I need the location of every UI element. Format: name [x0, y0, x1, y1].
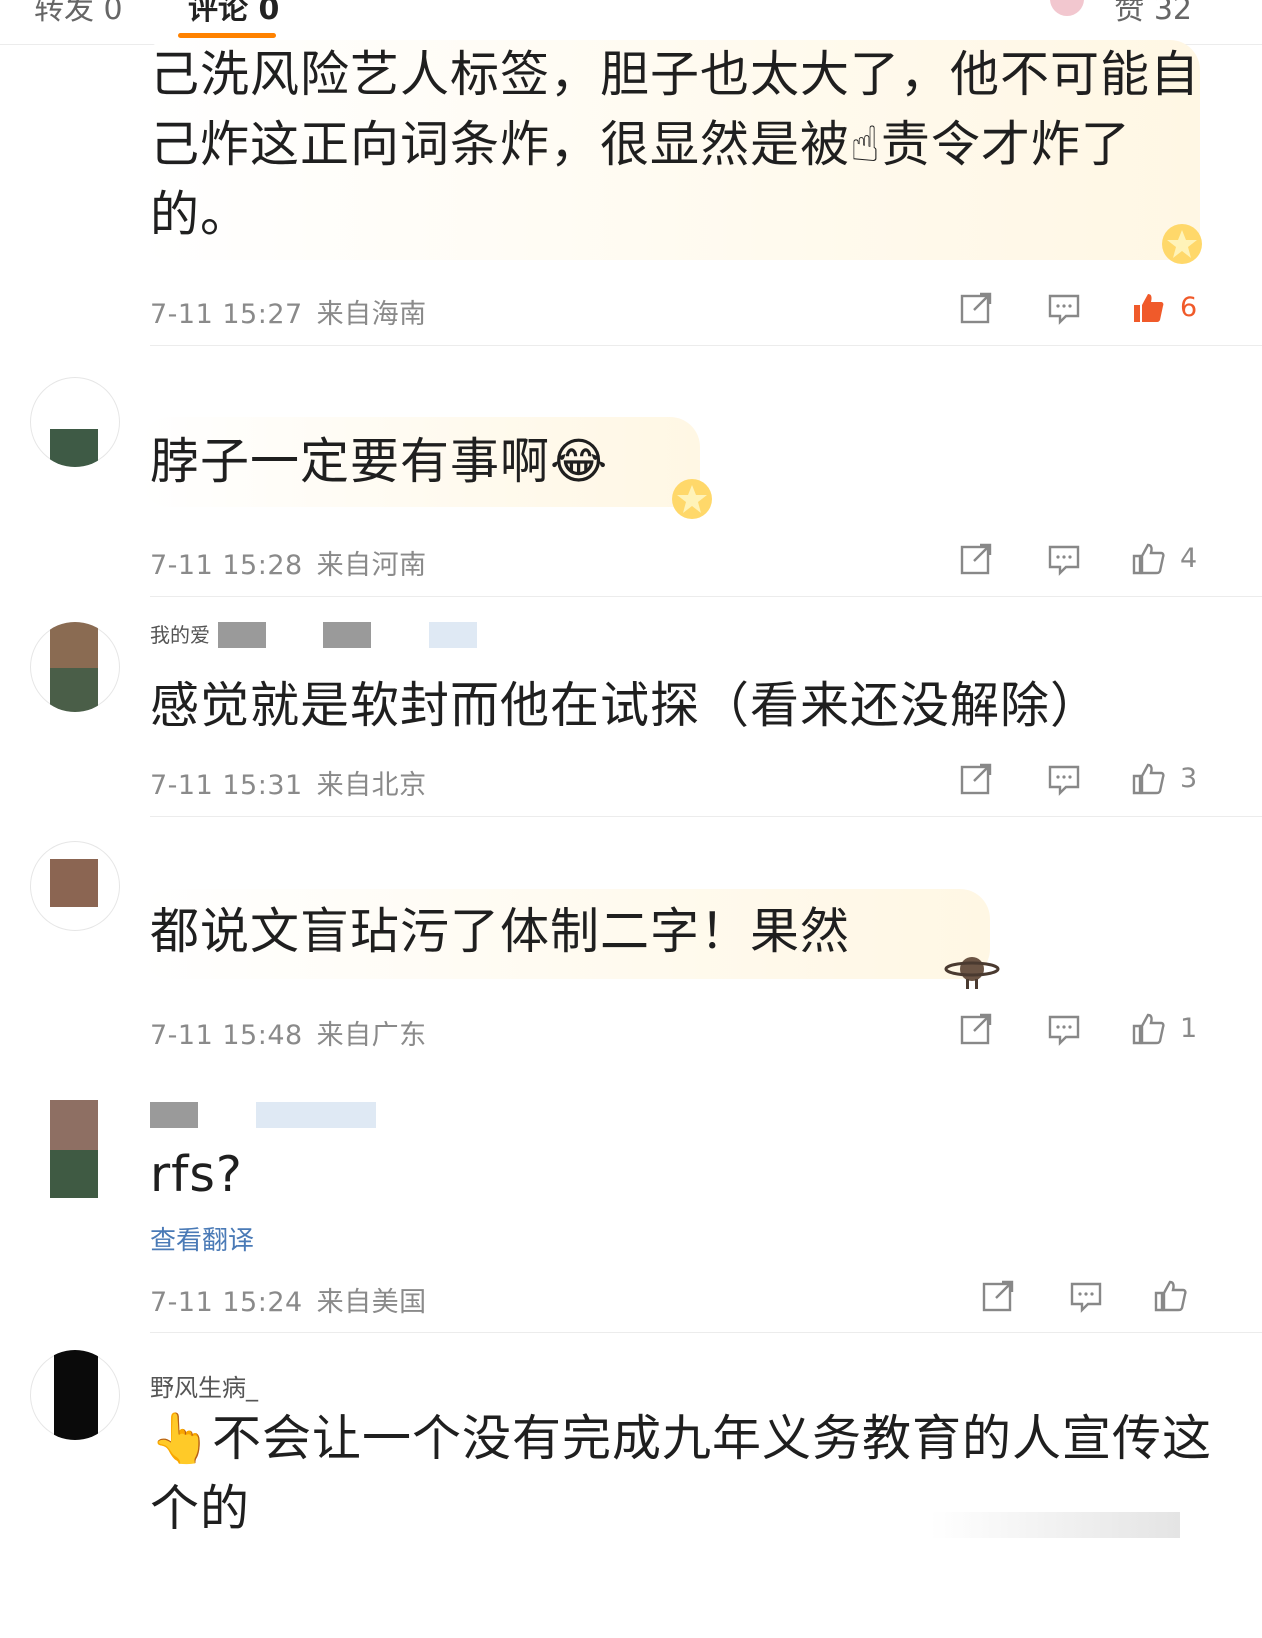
tab-repost[interactable]: 转发 0	[34, 0, 123, 28]
comment-actions: 6	[958, 290, 1238, 330]
comment-icon	[1070, 1282, 1102, 1313]
comment-meta: 7-11 15:31 来自北京	[150, 763, 427, 802]
comment-time: 7-11 15:31	[150, 770, 303, 801]
username-mosaic	[150, 1102, 198, 1128]
like-count: 4	[1180, 543, 1198, 574]
comment-actions: 4	[958, 541, 1238, 581]
view-translation-link[interactable]: 查看翻译	[150, 1220, 254, 1257]
like-icon	[1132, 1013, 1165, 1045]
repost-button[interactable]	[980, 1278, 1016, 1314]
repost-button[interactable]	[958, 1011, 994, 1047]
like-button[interactable]	[1152, 1278, 1188, 1314]
repost-button[interactable]	[958, 541, 994, 577]
divider	[150, 1332, 1262, 1333]
comment-item: 脖子一定要有事啊😂 7-11 15:28 来自河南 4	[0, 347, 1262, 597]
username: 我的爱	[150, 619, 527, 648]
scroll-indicator	[930, 1512, 1180, 1538]
like-button[interactable]	[1130, 541, 1166, 577]
username-mosaic	[323, 622, 372, 648]
repost-icon	[960, 1013, 992, 1045]
username-text: 我的爱	[150, 623, 210, 647]
comment-meta: 7-11 15:48 来自广东	[150, 1013, 427, 1052]
comment-location: 来自北京	[316, 770, 427, 801]
comment-meta: 7-11 15:28 来自河南	[150, 543, 427, 582]
comment-item: 野风生病_ 👆不会让一个没有完成九年义务教育的人宣传这个的	[0, 1340, 1262, 1638]
comment-item: 都说文盲玷污了体制二字！果然 7-11 15:48 来自广东 1	[0, 817, 1262, 1067]
like-count: 1	[1180, 1013, 1198, 1044]
tab-like[interactable]: 赞 32	[1114, 0, 1192, 28]
repost-icon	[982, 1280, 1014, 1312]
comment-actions: 3	[958, 761, 1238, 801]
comment-meta: 7-11 15:27 来自海南	[150, 292, 427, 331]
comment-text: 都说文盲玷污了体制二字！果然	[150, 903, 851, 960]
comment-text: rfs?	[150, 1146, 243, 1203]
tab-bar: 转发 0 评论 0 赞 32	[0, 0, 1262, 45]
username-text: 野风生病_	[150, 1374, 258, 1402]
comment-meta: 7-11 15:24 来自美国	[150, 1280, 427, 1319]
comment-button[interactable]	[1046, 290, 1082, 326]
username	[150, 1100, 426, 1128]
comment-time: 7-11 15:27	[150, 299, 303, 330]
username: 野风生病_	[150, 1368, 258, 1403]
like-icon	[1132, 763, 1165, 795]
comment-icon	[1048, 545, 1080, 576]
comment-actions	[980, 1278, 1240, 1318]
like-button[interactable]	[1130, 1011, 1166, 1047]
like-button[interactable]	[1130, 761, 1166, 797]
comment-time: 7-11 15:24	[150, 1287, 303, 1318]
comment-icon	[1048, 765, 1080, 796]
comment-actions: 1	[958, 1011, 1238, 1051]
username-mosaic	[217, 622, 266, 648]
repost-icon	[960, 543, 992, 575]
comment-button[interactable]	[1046, 761, 1082, 797]
comment-location: 来自广东	[316, 1020, 427, 1051]
comment-time: 7-11 15:28	[150, 550, 303, 581]
repost-icon	[960, 763, 992, 795]
comment-icon	[1048, 1015, 1080, 1046]
divider	[150, 345, 1262, 346]
like-button[interactable]	[1130, 290, 1166, 326]
like-icon	[1132, 543, 1165, 575]
vip-badge	[255, 1102, 376, 1128]
repost-button[interactable]	[958, 290, 994, 326]
comment-text: 感觉就是软封而他在试探（看来还没解除）	[150, 677, 1101, 734]
avatar	[30, 841, 120, 931]
comment-button[interactable]	[1046, 1011, 1082, 1047]
comment-item: 己洗风险艺人标签，胆子也太大了，他不可能自己炸这正向词条炸，很显然是被☝责令才炸…	[0, 40, 1262, 347]
planet-badge-icon	[944, 957, 1000, 989]
comment-location: 来自美国	[316, 1287, 427, 1318]
like-count: 3	[1180, 763, 1198, 794]
active-tab-indicator	[178, 33, 276, 38]
comment-icon	[1048, 294, 1080, 325]
repost-icon	[960, 292, 992, 324]
star-badge-icon	[1162, 224, 1202, 264]
like-icon	[1154, 1280, 1187, 1312]
repost-button[interactable]	[958, 761, 994, 797]
comment-location: 来自河南	[316, 550, 427, 581]
like-count: 6	[1180, 292, 1198, 323]
comment-time: 7-11 15:48	[150, 1020, 303, 1051]
comment-location: 来自海南	[316, 299, 427, 330]
avatar	[50, 1100, 98, 1198]
avatar	[30, 622, 120, 712]
comment-button[interactable]	[1046, 541, 1082, 577]
avatar	[30, 377, 120, 467]
vip-badge	[428, 622, 477, 648]
like-icon	[1134, 294, 1164, 322]
tab-comment[interactable]: 评论 0	[188, 0, 279, 28]
comment-item: 我的爱 感觉就是软封而他在试探（看来还没解除） 7-11 15:31 来自北京 3	[0, 597, 1262, 817]
star-badge-icon	[672, 479, 712, 519]
like-avatar	[1050, 0, 1084, 16]
comment-text: 己洗风险艺人标签，胆子也太大了，他不可能自己炸这正向词条炸，很显然是被☝责令才炸…	[150, 46, 1201, 243]
avatar	[30, 1350, 120, 1440]
comment-button[interactable]	[1068, 1278, 1104, 1314]
